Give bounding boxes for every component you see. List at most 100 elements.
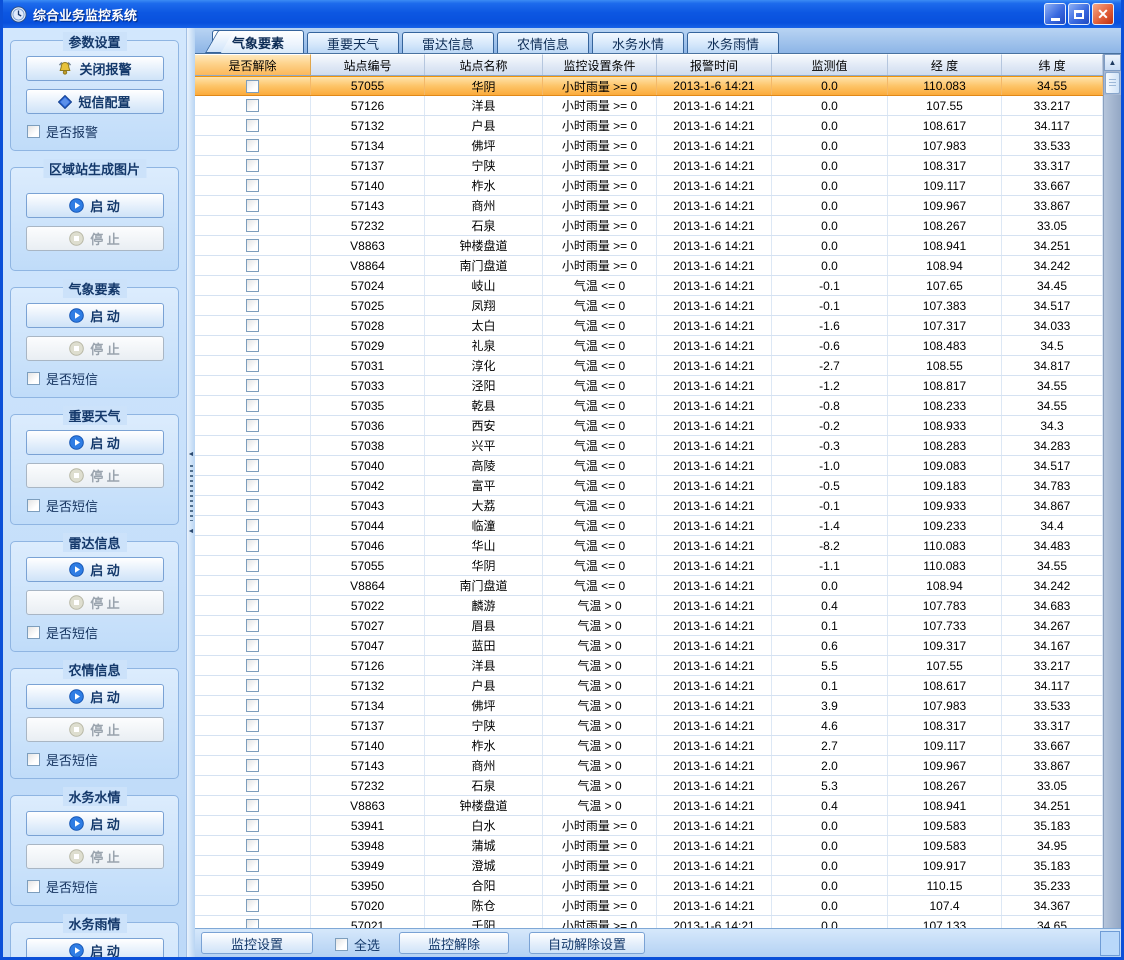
tab-important-weather[interactable]: 重要天气 bbox=[307, 32, 399, 53]
release-checkbox-cell[interactable] bbox=[195, 216, 311, 235]
release-checkbox-cell[interactable] bbox=[195, 576, 311, 595]
release-checkbox-cell[interactable] bbox=[195, 896, 311, 915]
collapse-left-icon[interactable]: ◄ bbox=[188, 451, 195, 458]
table-row[interactable]: 57143商州气温 > 02013-1-6 14:212.0109.96733.… bbox=[195, 756, 1103, 776]
release-checkbox[interactable] bbox=[246, 219, 259, 232]
release-checkbox[interactable] bbox=[246, 859, 259, 872]
release-checkbox-cell[interactable] bbox=[195, 77, 311, 95]
release-checkbox[interactable] bbox=[246, 499, 259, 512]
release-checkbox[interactable] bbox=[246, 239, 259, 252]
header-alarm-time[interactable]: 报警时间 bbox=[657, 54, 772, 75]
release-checkbox-cell[interactable] bbox=[195, 676, 311, 695]
release-checkbox[interactable] bbox=[246, 759, 259, 772]
release-checkbox-cell[interactable] bbox=[195, 336, 311, 355]
tab-water-level[interactable]: 水务水情 bbox=[592, 32, 684, 53]
release-checkbox-cell[interactable] bbox=[195, 716, 311, 735]
release-checkbox[interactable] bbox=[246, 679, 259, 692]
table-row[interactable]: 57021千阳小时雨量 >= 02013-1-6 14:210.0107.133… bbox=[195, 916, 1103, 928]
release-checkbox-cell[interactable] bbox=[195, 696, 311, 715]
release-checkbox[interactable] bbox=[246, 919, 259, 928]
sms-checkbox-row[interactable]: 是否短信 bbox=[27, 369, 98, 388]
release-checkbox[interactable] bbox=[246, 399, 259, 412]
release-checkbox[interactable] bbox=[246, 899, 259, 912]
table-row[interactable]: 57137宁陕气温 > 02013-1-6 14:214.6108.31733.… bbox=[195, 716, 1103, 736]
table-row[interactable]: 57031淳化气温 <= 02013-1-6 14:21-2.7108.5534… bbox=[195, 356, 1103, 376]
table-row[interactable]: 57134佛坪小时雨量 >= 02013-1-6 14:210.0107.983… bbox=[195, 136, 1103, 156]
stop-button[interactable]: 停 止 bbox=[26, 463, 164, 488]
release-checkbox[interactable] bbox=[246, 819, 259, 832]
title-bar[interactable]: 综合业务监控系统 ✕ bbox=[3, 0, 1121, 28]
header-station-name[interactable]: 站点名称 bbox=[425, 54, 543, 75]
release-checkbox[interactable] bbox=[246, 339, 259, 352]
release-checkbox[interactable] bbox=[246, 299, 259, 312]
tab-agri-info[interactable]: 农情信息 bbox=[497, 32, 589, 53]
release-checkbox-cell[interactable] bbox=[195, 856, 311, 875]
table-row[interactable]: 57047蓝田气温 > 02013-1-6 14:210.6109.31734.… bbox=[195, 636, 1103, 656]
table-row[interactable]: 57043大荔气温 <= 02013-1-6 14:21-0.1109.9333… bbox=[195, 496, 1103, 516]
release-checkbox[interactable] bbox=[246, 359, 259, 372]
start-button[interactable]: 启 动 bbox=[26, 684, 164, 709]
table-row[interactable]: 57025凤翔气温 <= 02013-1-6 14:21-0.1107.3833… bbox=[195, 296, 1103, 316]
sms-checkbox[interactable] bbox=[27, 880, 40, 893]
release-checkbox-cell[interactable] bbox=[195, 656, 311, 675]
table-row[interactable]: V8863钟楼盘道气温 > 02013-1-6 14:210.4108.9413… bbox=[195, 796, 1103, 816]
sms-checkbox[interactable] bbox=[27, 753, 40, 766]
release-checkbox[interactable] bbox=[246, 279, 259, 292]
release-checkbox-cell[interactable] bbox=[195, 876, 311, 895]
stop-button[interactable]: 停 止 bbox=[26, 336, 164, 361]
release-checkbox-cell[interactable] bbox=[195, 756, 311, 775]
table-row[interactable]: 57137宁陕小时雨量 >= 02013-1-6 14:210.0108.317… bbox=[195, 156, 1103, 176]
table-row[interactable]: 57035乾县气温 <= 02013-1-6 14:21-0.8108.2333… bbox=[195, 396, 1103, 416]
select-all-checkbox[interactable] bbox=[335, 938, 348, 951]
sidebar-splitter[interactable]: ◄ ◄ bbox=[186, 28, 195, 957]
start-button[interactable]: 启 动 bbox=[26, 193, 164, 218]
table-row[interactable]: 57126洋县气温 > 02013-1-6 14:215.5107.5533.2… bbox=[195, 656, 1103, 676]
release-checkbox-cell[interactable] bbox=[195, 176, 311, 195]
header-longitude[interactable]: 经 度 bbox=[888, 54, 1002, 75]
table-row[interactable]: 57140柞水小时雨量 >= 02013-1-6 14:210.0109.117… bbox=[195, 176, 1103, 196]
header-latitude[interactable]: 纬 度 bbox=[1002, 54, 1103, 75]
release-checkbox-cell[interactable] bbox=[195, 236, 311, 255]
table-row[interactable]: 53941白水小时雨量 >= 02013-1-6 14:210.0109.583… bbox=[195, 816, 1103, 836]
table-row[interactable]: 53950合阳小时雨量 >= 02013-1-6 14:210.0110.153… bbox=[195, 876, 1103, 896]
release-checkbox[interactable] bbox=[246, 739, 259, 752]
start-button[interactable]: 启 动 bbox=[26, 303, 164, 328]
stop-button[interactable]: 停 止 bbox=[26, 590, 164, 615]
release-checkbox-cell[interactable] bbox=[195, 116, 311, 135]
table-row[interactable]: 53948蒲城小时雨量 >= 02013-1-6 14:210.0109.583… bbox=[195, 836, 1103, 856]
table-row[interactable]: 57132户县小时雨量 >= 02013-1-6 14:210.0108.617… bbox=[195, 116, 1103, 136]
release-checkbox-cell[interactable] bbox=[195, 916, 311, 928]
table-row[interactable]: 57027眉县气温 > 02013-1-6 14:210.1107.73334.… bbox=[195, 616, 1103, 636]
start-button[interactable]: 启 动 bbox=[26, 557, 164, 582]
release-checkbox[interactable] bbox=[246, 259, 259, 272]
release-checkbox-cell[interactable] bbox=[195, 296, 311, 315]
monitor-setup-button[interactable]: 监控设置 bbox=[201, 932, 313, 954]
release-checkbox-cell[interactable] bbox=[195, 436, 311, 455]
close-alarm-button[interactable]: 关闭报警 bbox=[26, 56, 164, 81]
release-checkbox-cell[interactable] bbox=[195, 836, 311, 855]
release-checkbox-cell[interactable] bbox=[195, 616, 311, 635]
stop-button[interactable]: 停 止 bbox=[26, 844, 164, 869]
alarm-checkbox[interactable] bbox=[27, 125, 40, 138]
sms-checkbox[interactable] bbox=[27, 372, 40, 385]
release-checkbox[interactable] bbox=[246, 559, 259, 572]
release-checkbox[interactable] bbox=[246, 159, 259, 172]
sms-checkbox[interactable] bbox=[27, 626, 40, 639]
release-checkbox[interactable] bbox=[246, 539, 259, 552]
scroll-up-button[interactable]: ▲ bbox=[1104, 54, 1121, 71]
scroll-down-button[interactable] bbox=[1100, 931, 1120, 956]
release-checkbox[interactable] bbox=[246, 579, 259, 592]
sms-checkbox[interactable] bbox=[27, 499, 40, 512]
release-checkbox[interactable] bbox=[246, 479, 259, 492]
release-checkbox[interactable] bbox=[246, 699, 259, 712]
release-checkbox[interactable] bbox=[246, 659, 259, 672]
release-checkbox-cell[interactable] bbox=[195, 776, 311, 795]
release-checkbox[interactable] bbox=[246, 599, 259, 612]
start-button[interactable]: 启 动 bbox=[26, 430, 164, 455]
table-row[interactable]: 57033泾阳气温 <= 02013-1-6 14:21-1.2108.8173… bbox=[195, 376, 1103, 396]
tab-water-rain[interactable]: 水务雨情 bbox=[687, 32, 779, 53]
table-row[interactable]: 57055华阴小时雨量 >= 02013-1-6 14:210.0110.083… bbox=[195, 76, 1103, 96]
header-release[interactable]: 是否解除 bbox=[195, 54, 311, 75]
release-checkbox-cell[interactable] bbox=[195, 256, 311, 275]
release-checkbox-cell[interactable] bbox=[195, 156, 311, 175]
